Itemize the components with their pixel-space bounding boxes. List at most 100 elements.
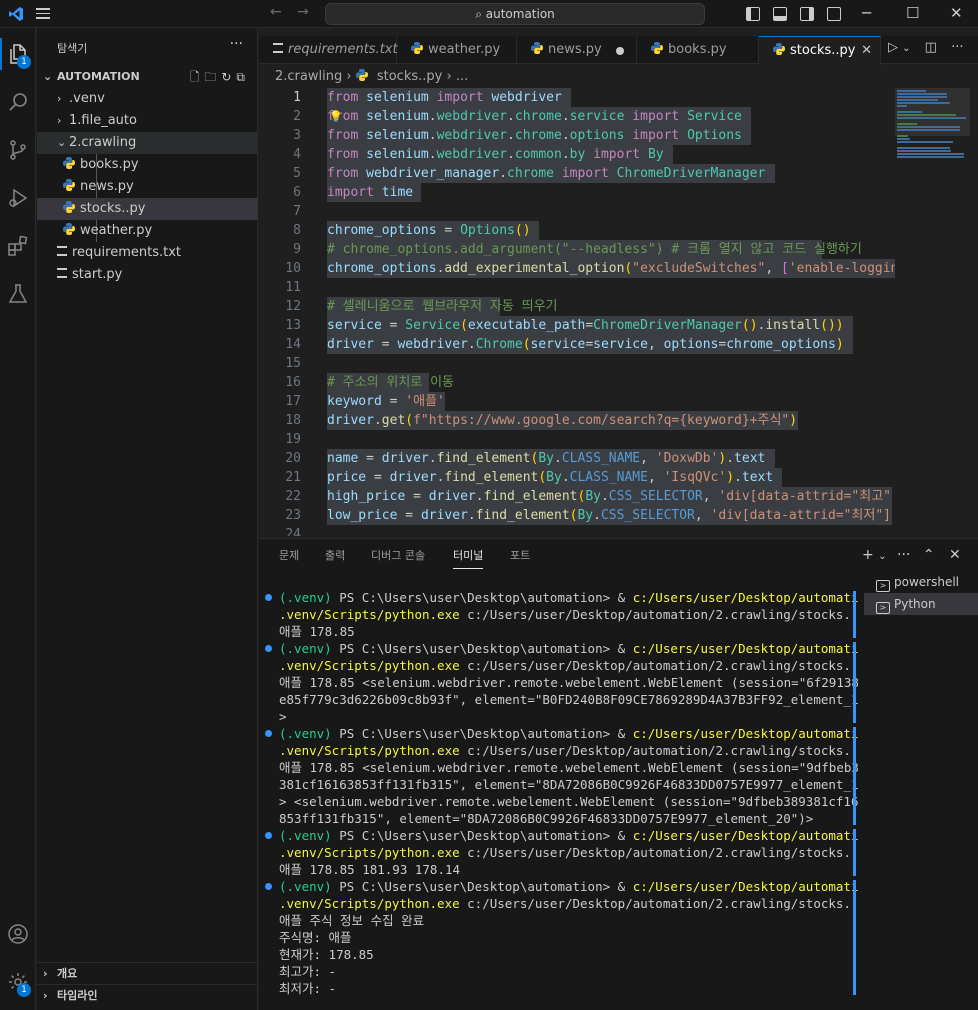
code-line[interactable]: 15	[259, 354, 895, 373]
close-window-icon[interactable]: ✕	[950, 4, 963, 22]
unsaved-dot-icon[interactable]	[616, 47, 624, 55]
toggle-secondary-sidebar-icon[interactable]	[800, 6, 815, 21]
tree-file-books[interactable]: books.py	[37, 154, 258, 176]
breadcrumb-folder[interactable]: 2.crawling	[275, 69, 342, 84]
code-line[interactable]: 10 chrome_options.add_experimental_option…	[259, 259, 895, 278]
split-editor-icon[interactable]: ◫	[925, 40, 937, 55]
code-line[interactable]: 2 from selenium.webdriver.chrome.service …	[259, 107, 895, 126]
collapse-all-icon[interactable]: ⧉	[236, 70, 250, 84]
minimap[interactable]	[895, 88, 978, 536]
terminal-item-python[interactable]: > Python	[864, 593, 978, 615]
terminal-output[interactable]: (.venv) PS C:\Users\user\Desktop\automat…	[259, 589, 859, 1009]
code-editor[interactable]: 1 from selenium import webdriver 2 from sel…	[259, 88, 895, 536]
extensions-icon[interactable]	[0, 226, 36, 266]
code-line[interactable]: 12 # 셀레니움으로 웹브라우저 자동 띄우기	[259, 297, 895, 316]
toggle-panel-icon[interactable]	[773, 6, 788, 21]
testing-flask-icon[interactable]	[0, 274, 36, 314]
code-line[interactable]: 9 # chrome_options.add_argument("--headle…	[259, 240, 895, 259]
accounts-icon[interactable]	[0, 914, 36, 954]
code-line[interactable]: 16 # 주소의 위치로 이동	[259, 373, 895, 392]
code-line[interactable]: 23 low_price = driver.find_element(By.CSS…	[259, 506, 895, 525]
tree-folder-file-auto[interactable]: › 1.file_auto	[37, 110, 258, 132]
more-actions-icon[interactable]: ···	[230, 36, 243, 52]
code-line[interactable]: 13 service = Service(executable_path=Chro…	[259, 316, 895, 335]
manage-gear-icon[interactable]: 1	[0, 962, 36, 1002]
tab-stocks[interactable]: stocks..py ✕	[759, 36, 881, 65]
panel-tab-output[interactable]: 출력	[325, 539, 345, 573]
code-line[interactable]: 20 name = driver.find_element(By.CLASS_NA…	[259, 449, 895, 468]
code-line[interactable]: 1 from selenium import webdriver	[259, 88, 895, 107]
code-line[interactable]: 14 driver = webdriver.Chrome(service=serv…	[259, 335, 895, 354]
forward-arrow-icon[interactable]: →	[297, 4, 309, 20]
code-line[interactable]: 8 chrome_options = Options()	[259, 221, 895, 240]
code-line[interactable]: 22 high_price = driver.find_element(By.CS…	[259, 487, 895, 506]
more-actions-icon[interactable]: ···	[951, 40, 963, 55]
run-play-icon[interactable]: ▷	[888, 40, 898, 55]
minimap-line	[897, 126, 960, 128]
menu-icon[interactable]	[34, 5, 52, 23]
maximize-icon[interactable]: ☐	[906, 4, 919, 22]
lightbulb-icon[interactable]: 💡	[329, 107, 343, 126]
chevron-down-icon[interactable]: ⌄	[878, 551, 886, 562]
code-line[interactable]: 3 from selenium.webdriver.chrome.options …	[259, 126, 895, 145]
search-view-icon[interactable]	[0, 82, 36, 122]
code-line[interactable]: 7	[259, 202, 895, 221]
breadcrumb-symbol[interactable]: ...	[456, 69, 468, 84]
command-center-search[interactable]: ⌕ automation	[325, 3, 705, 25]
terminal-output-line: >	[279, 709, 287, 724]
code-line[interactable]: 18 driver.get(f"https://www.google.com/se…	[259, 411, 895, 430]
line-number: 21	[285, 470, 301, 485]
tab-label: weather.py	[428, 42, 501, 57]
chevron-down-icon[interactable]: ⌄	[902, 43, 910, 54]
code-line[interactable]: 4 from selenium.webdriver.common.by impor…	[259, 145, 895, 164]
close-tab-icon[interactable]: ✕	[861, 37, 872, 65]
run-debug-icon[interactable]	[0, 178, 36, 218]
tree-folder-venv[interactable]: › .venv	[37, 88, 258, 110]
tab-weather[interactable]: weather.py	[397, 36, 517, 64]
tab-requirements[interactable]: requirements.txt	[259, 36, 398, 64]
command-status-dot-icon[interactable]	[265, 883, 272, 890]
new-folder-icon[interactable]: 🗀	[204, 70, 221, 84]
code-line[interactable]: 6 import time	[259, 183, 895, 202]
panel-tab-ports[interactable]: 포트	[510, 539, 530, 573]
code-line[interactable]: 19	[259, 430, 895, 449]
timeline-section-header[interactable]: › 타임라인	[37, 984, 258, 1006]
new-terminal-icon[interactable]: +	[862, 547, 874, 563]
code-line[interactable]: 21 price = driver.find_element(By.CLASS_N…	[259, 468, 895, 487]
panel-tab-terminal[interactable]: 터미널	[453, 539, 484, 573]
tree-file-weather[interactable]: weather.py	[37, 220, 258, 242]
tree-file-news[interactable]: news.py	[37, 176, 258, 198]
tree-file-stocks[interactable]: stocks..py	[37, 198, 258, 220]
tree-folder-crawling[interactable]: ⌄ 2.crawling	[37, 132, 258, 154]
close-panel-icon[interactable]: ✕	[949, 547, 961, 563]
code-line[interactable]: 17 keyword = '애플'	[259, 392, 895, 411]
toggle-primary-sidebar-icon[interactable]	[746, 6, 760, 21]
panel-tab-problems[interactable]: 문제	[279, 539, 299, 573]
tree-file-requirements[interactable]: requirements.txt	[37, 242, 258, 264]
tab-books[interactable]: books.py	[637, 36, 759, 64]
refresh-icon[interactable]: ↻	[221, 70, 236, 84]
command-status-dot-icon[interactable]	[265, 594, 272, 601]
code-line[interactable]: 5 from webdriver_manager.chrome import Ch…	[259, 164, 895, 183]
explorer-icon[interactable]: 1	[0, 34, 36, 74]
breadcrumb-file[interactable]: stocks..py	[377, 69, 442, 84]
panel-tab-debug-console[interactable]: 디버그 콘솔	[371, 539, 425, 573]
workspace-section-header[interactable]: ⌄ AUTOMATION 🗋🗀↻⧉	[37, 66, 258, 88]
new-file-icon[interactable]: 🗋	[190, 70, 205, 84]
minimap-line	[897, 90, 926, 92]
code-line[interactable]: 11	[259, 278, 895, 297]
terminal-item-powershell[interactable]: > powershell	[864, 571, 978, 593]
source-control-icon[interactable]	[0, 130, 36, 170]
customize-layout-icon[interactable]	[827, 6, 842, 21]
more-actions-icon[interactable]: ···	[897, 547, 910, 563]
outline-section-header[interactable]: › 개요	[37, 962, 258, 984]
tree-file-start[interactable]: start.py	[37, 264, 258, 286]
command-status-dot-icon[interactable]	[265, 645, 272, 652]
command-status-dot-icon[interactable]	[265, 832, 272, 839]
tab-news[interactable]: news.py	[517, 36, 637, 64]
maximize-panel-icon[interactable]: ⌃	[923, 547, 935, 563]
minimize-icon[interactable]: ─	[862, 4, 871, 22]
command-status-dot-icon[interactable]	[265, 730, 272, 737]
back-arrow-icon[interactable]: ←	[270, 4, 282, 20]
terminal-command-line: .venv/Scripts/python.exe c:/Users/user/D…	[279, 658, 859, 673]
